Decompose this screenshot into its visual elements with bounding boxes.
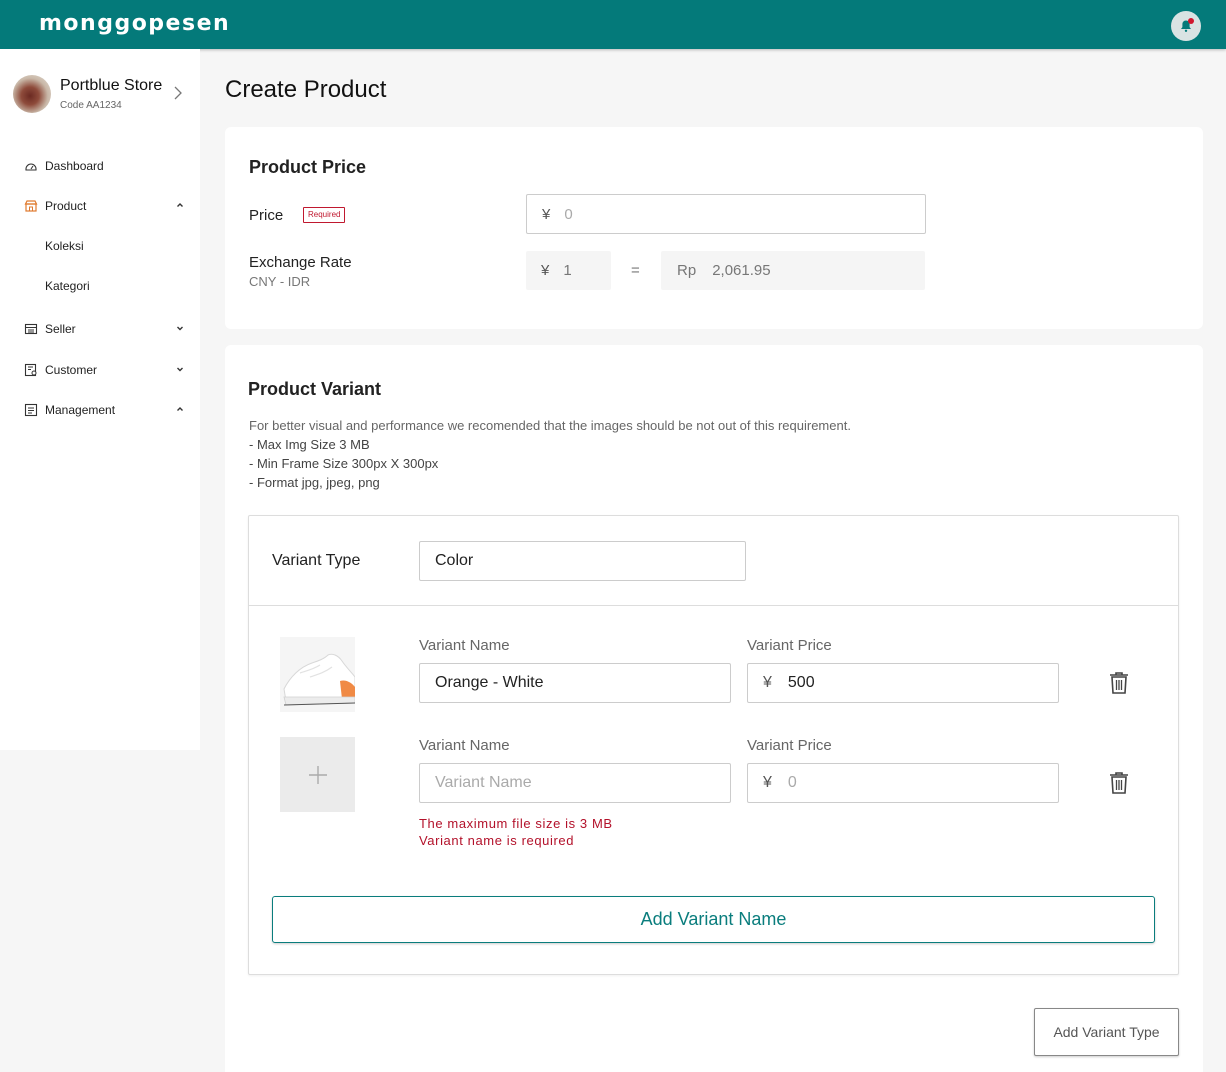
page-title: Create Product bbox=[225, 76, 387, 103]
chevron-right-icon bbox=[174, 86, 182, 100]
notification-dot bbox=[1188, 18, 1194, 24]
store-name: Portblue Store bbox=[60, 77, 163, 94]
error-file-size: The maximum file size is 3 MB bbox=[419, 816, 613, 831]
variant-price-label: Variant Price bbox=[747, 637, 832, 654]
requirement-item: - Max Img Size 3 MB bbox=[249, 437, 370, 452]
image-requirements: For better visual and performance we rec… bbox=[249, 416, 851, 492]
trash-icon[interactable] bbox=[1108, 671, 1130, 695]
app-logo[interactable]: monggopesen bbox=[39, 11, 230, 36]
seller-icon bbox=[24, 323, 38, 335]
variant-name-placeholder: Variant Name bbox=[435, 774, 532, 791]
variant-name-value: Orange - White bbox=[435, 674, 544, 691]
rate-to-field: Rp 2,061.95 bbox=[661, 251, 925, 290]
chevron-down-icon bbox=[177, 367, 183, 372]
sidebar: Portblue Store Code AA1234 Dashboard Pro… bbox=[0, 49, 200, 750]
rupiah-symbol: Rp bbox=[677, 262, 697, 279]
sidebar-item-label: Management bbox=[45, 403, 116, 417]
sidebar-item-product[interactable]: Product bbox=[24, 196, 184, 216]
variant-image[interactable] bbox=[280, 637, 355, 712]
variant-price-value: 500 bbox=[787, 674, 815, 691]
variant-name-input[interactable]: Variant Name bbox=[419, 763, 731, 803]
management-icon bbox=[24, 403, 38, 417]
product-variant-title: Product Variant bbox=[248, 379, 382, 399]
trash-icon[interactable] bbox=[1108, 771, 1130, 795]
sneaker-image bbox=[280, 637, 355, 712]
rate-from-field: ¥ 1 bbox=[526, 251, 611, 290]
plus-icon bbox=[308, 765, 327, 784]
sidebar-item-label: Seller bbox=[45, 322, 76, 336]
price-placeholder: 0 bbox=[564, 205, 573, 223]
exchange-rate-label: Exchange Rate bbox=[249, 254, 352, 271]
store-code: Code AA1234 bbox=[60, 100, 122, 111]
validation-errors: The maximum file size is 3 MB Variant na… bbox=[419, 815, 613, 849]
variant-price-input[interactable]: ¥ 0 bbox=[747, 763, 1059, 803]
store-switcher[interactable]: Portblue Store Code AA1234 bbox=[13, 75, 193, 115]
price-input[interactable]: ¥ 0 bbox=[526, 194, 926, 234]
divider bbox=[249, 605, 1178, 606]
product-price-title: Product Price bbox=[249, 157, 367, 177]
customer-icon bbox=[24, 363, 37, 377]
requirement-item: - Format jpg, jpeg, png bbox=[249, 475, 380, 490]
sidebar-item-kategori[interactable]: Kategori bbox=[45, 279, 90, 293]
add-variant-type-button[interactable]: Add Variant Type bbox=[1034, 1008, 1179, 1056]
variant-type-label: Variant Type bbox=[272, 552, 361, 569]
add-variant-name-button[interactable]: Add Variant Name bbox=[272, 896, 1155, 943]
currency-symbol: ¥ bbox=[541, 262, 550, 279]
store-avatar bbox=[13, 75, 51, 113]
currency-symbol: ¥ bbox=[763, 774, 772, 791]
sidebar-item-customer[interactable]: Customer bbox=[24, 360, 184, 380]
variant-type-value: Color bbox=[435, 552, 474, 569]
variant-price-placeholder: 0 bbox=[787, 774, 797, 791]
sidebar-item-management[interactable]: Management bbox=[24, 400, 184, 420]
variant-name-label: Variant Name bbox=[419, 737, 510, 754]
required-badge: Required bbox=[303, 207, 346, 223]
variant-name-label: Variant Name bbox=[419, 637, 510, 654]
sidebar-item-seller[interactable]: Seller bbox=[24, 319, 184, 339]
chevron-up-icon bbox=[177, 203, 183, 207]
chevron-up-icon bbox=[177, 407, 183, 411]
variant-name-input[interactable]: Orange - White bbox=[419, 663, 731, 703]
error-variant-name: Variant name is required bbox=[419, 833, 575, 848]
variant-image-upload[interactable] bbox=[280, 737, 355, 812]
variant-type-input[interactable]: Color bbox=[419, 541, 746, 581]
store-icon bbox=[24, 200, 38, 212]
rate-to-value: 2,061.95 bbox=[712, 262, 771, 279]
notification-button[interactable] bbox=[1171, 11, 1201, 41]
currency-symbol: ¥ bbox=[542, 205, 551, 223]
variant-price-input[interactable]: ¥ 500 bbox=[747, 663, 1059, 703]
equals-sign: = bbox=[631, 262, 640, 279]
currency-symbol: ¥ bbox=[763, 674, 772, 691]
sidebar-item-label: Dashboard bbox=[45, 159, 104, 173]
requirements-intro: For better visual and performance we rec… bbox=[249, 418, 851, 433]
top-bar: monggopesen bbox=[0, 0, 1226, 49]
price-label: Price bbox=[249, 207, 284, 224]
rate-from-value: 1 bbox=[563, 262, 572, 279]
sidebar-item-label: Product bbox=[45, 199, 87, 213]
sidebar-item-koleksi[interactable]: Koleksi bbox=[45, 239, 84, 253]
dashboard-icon bbox=[25, 163, 37, 171]
chevron-down-icon bbox=[177, 326, 183, 331]
variant-price-label: Variant Price bbox=[747, 737, 832, 754]
sidebar-item-label: Customer bbox=[45, 363, 98, 377]
exchange-rate-pair: CNY - IDR bbox=[249, 274, 311, 289]
requirement-item: - Min Frame Size 300px X 300px bbox=[249, 456, 439, 471]
sidebar-item-dashboard[interactable]: Dashboard bbox=[24, 156, 184, 176]
